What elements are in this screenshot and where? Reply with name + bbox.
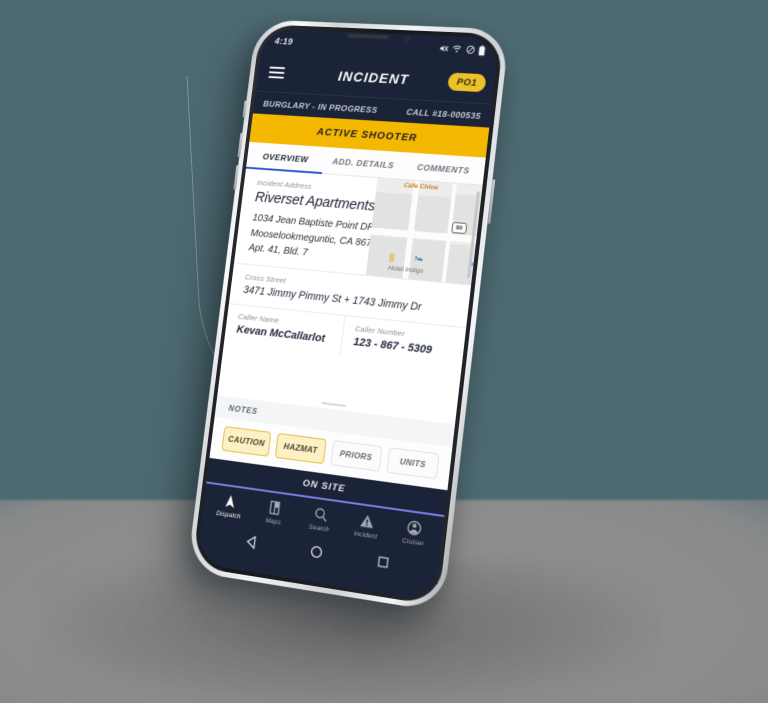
nav-label-dispatch: Dispatch — [215, 509, 242, 521]
nav-item-cruiser[interactable]: Cruiser — [389, 517, 440, 549]
do-not-disturb-icon — [465, 45, 476, 55]
person-icon — [406, 519, 423, 537]
mute-icon — [439, 43, 449, 53]
caller-number-block: Caller Number 123 - 867 - 5309 — [339, 315, 467, 369]
chip-priors[interactable]: PRIORS — [329, 439, 383, 472]
overview-panel: Incident Address Riverset Apartments 103… — [217, 168, 483, 425]
phone-screen: 4:19 INCIDENT PO1 BURGLARY - IN PROGRESS… — [196, 28, 500, 602]
phone-mockup: 4:19 INCIDENT PO1 BURGLARY - IN PROGRESS… — [186, 18, 510, 613]
wifi-icon — [451, 44, 462, 53]
nav-item-search[interactable]: Search — [296, 504, 345, 535]
scene: 4:19 INCIDENT PO1 BURGLARY - IN PROGRESS… — [0, 0, 768, 703]
map-label-cafe: Cafe Chloe — [403, 182, 439, 192]
status-time: 4:19 — [274, 35, 294, 48]
map-label-hotel: Hotel Indigo — [387, 264, 424, 276]
chip-hazmat[interactable]: HAZMAT — [275, 432, 327, 465]
nav-label-maps: Maps — [265, 516, 282, 527]
call-number: CALL #18-000535 — [405, 106, 482, 121]
officer-badge[interactable]: PO1 — [447, 72, 487, 93]
caller-number-value: 123 - 867 - 5309 — [352, 335, 433, 356]
status-icon-group — [438, 43, 486, 56]
nav-label-incident: Incident — [353, 529, 378, 541]
scroll-hint-pill — [321, 402, 347, 407]
nav-item-incident[interactable]: Incident — [342, 510, 392, 542]
caller-number-label: Caller Number — [354, 323, 406, 338]
chip-units[interactable]: UNITS — [386, 447, 440, 480]
map-poi-marker — [388, 252, 395, 263]
incident-address-block: Incident Address Riverset Apartments 103… — [234, 169, 383, 275]
navigation-arrow-icon — [225, 494, 236, 509]
tab-overview[interactable]: OVERVIEW — [246, 142, 326, 173]
page-title: INCIDENT — [337, 68, 410, 88]
battery-icon — [478, 45, 486, 56]
tab-comments[interactable]: COMMENTS — [401, 152, 486, 185]
hotel-icon: 🛌 — [414, 254, 424, 262]
incident-type: BURGLARY - IN PROGRESS — [262, 98, 379, 115]
flag-icon — [269, 501, 281, 515]
recents-square-icon[interactable] — [376, 554, 390, 569]
warning-triangle-icon — [360, 514, 375, 529]
nav-label-cruiser: Cruiser — [401, 536, 425, 548]
mini-map[interactable]: 🛌 80 Cafe Chloe Hotel Indigo P — [365, 178, 483, 285]
highway-shield-icon: 80 — [451, 221, 468, 235]
